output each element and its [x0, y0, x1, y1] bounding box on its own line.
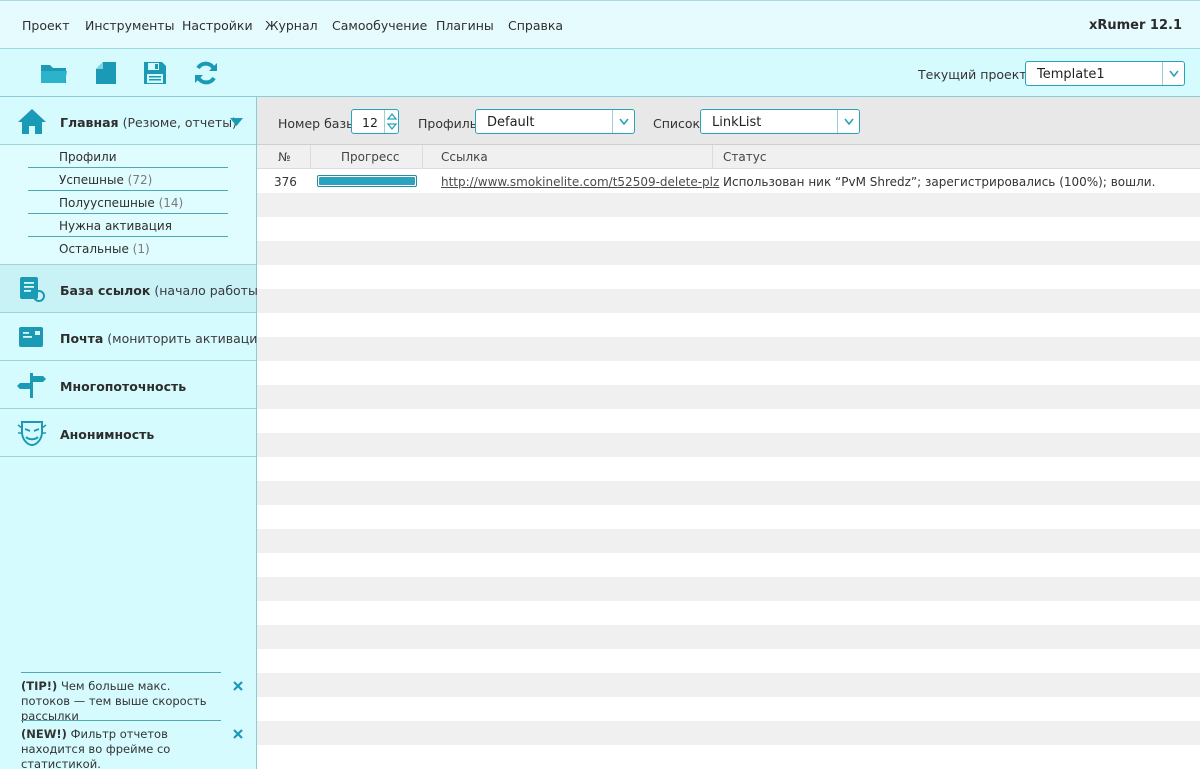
empty-row — [257, 577, 1200, 601]
chevron-down-icon[interactable] — [837, 110, 859, 133]
menubar: Проект Инструменты Настройки Журнал Само… — [0, 0, 1200, 49]
sub-item-successful[interactable]: Успешные (72) — [28, 168, 228, 191]
table-header: № Прогресс Ссылка Статус — [257, 145, 1200, 169]
open-folder-icon[interactable] — [40, 59, 68, 87]
refresh-icon[interactable] — [192, 59, 220, 87]
menu-journal[interactable]: Журнал — [265, 18, 318, 33]
empty-row — [257, 385, 1200, 409]
link-list-icon — [20, 277, 45, 302]
sub-item-others[interactable]: Остальные (1) — [28, 237, 228, 260]
menu-help[interactable]: Справка — [508, 18, 563, 33]
content-area: Номер базы 12 Профиль Default Список Lin… — [257, 97, 1200, 769]
empty-row — [257, 505, 1200, 529]
close-new-icon[interactable] — [232, 728, 244, 740]
empty-row — [257, 601, 1200, 625]
table-row[interactable]: 376 http://www.smokinelite.com/t52509-de… — [257, 169, 1200, 193]
empty-row — [257, 697, 1200, 721]
chevron-down-icon[interactable] — [612, 110, 634, 133]
row-number: 376 — [274, 175, 297, 189]
profile-select[interactable]: Default — [475, 109, 635, 134]
menu-tools[interactable]: Инструменты — [85, 18, 174, 33]
empty-row — [257, 529, 1200, 553]
nav-mail[interactable]: Почта (мониторить активации) — [0, 313, 270, 361]
chevron-down-icon[interactable] — [1162, 62, 1184, 85]
empty-row — [257, 265, 1200, 289]
list-label: Список — [653, 116, 701, 131]
nav-multithreading-label: Многопоточность — [60, 379, 187, 394]
list-select[interactable]: LinkList — [700, 109, 860, 134]
sub-item-profiles[interactable]: Профили — [28, 145, 228, 168]
empty-row — [257, 433, 1200, 457]
column-progress[interactable]: Прогресс — [311, 145, 423, 169]
empty-row — [257, 409, 1200, 433]
caret-down-icon[interactable] — [230, 118, 243, 126]
stepper-buttons[interactable] — [384, 110, 398, 133]
toolbar: Текущий проект Template1 — [0, 49, 1200, 97]
filter-bar: Номер базы 12 Профиль Default Список Lin… — [257, 97, 1200, 145]
base-number-label: Номер базы — [278, 116, 356, 131]
app-version: xRumer 12.1 — [1088, 18, 1182, 33]
project-select-value: Template1 — [1037, 67, 1105, 82]
empty-row — [257, 649, 1200, 673]
profile-select-value: Default — [487, 115, 535, 130]
list-select-value: LinkList — [712, 115, 762, 130]
nav-multithreading[interactable]: Многопоточность — [0, 361, 256, 409]
menu-plugins[interactable]: Плагины — [436, 18, 494, 33]
nav-anonymity[interactable]: Анонимность — [0, 409, 256, 457]
empty-row — [257, 481, 1200, 505]
nav-anonymity-label: Анонимность — [60, 427, 155, 442]
mask-icon — [17, 421, 47, 447]
main-sub-list: Профили Успешные (72) Полууспешные (14) … — [0, 145, 256, 265]
column-number[interactable]: № — [257, 145, 311, 169]
new-file-icon[interactable] — [92, 59, 120, 87]
project-select[interactable]: Template1 — [1025, 61, 1185, 86]
nav-main-label: Главная (Резюме, отчеты) — [60, 115, 237, 130]
menu-settings[interactable]: Настройки — [182, 18, 253, 33]
current-project-label: Текущий проект — [918, 67, 1027, 82]
home-icon — [18, 109, 46, 134]
profile-label: Профиль — [418, 116, 478, 131]
empty-row — [257, 313, 1200, 337]
row-link[interactable]: http://www.smokinelite.com/t52509-delete… — [441, 175, 719, 189]
nav-link-base[interactable]: База ссылок (начало работы) — [0, 265, 263, 313]
signpost-icon — [17, 373, 46, 398]
empty-row — [257, 217, 1200, 241]
empty-row — [257, 745, 1200, 769]
empty-row — [257, 241, 1200, 265]
empty-row — [257, 721, 1200, 745]
sub-item-needs-activation[interactable]: Нужна активация — [28, 214, 228, 237]
base-number-stepper[interactable]: 12 — [351, 109, 399, 134]
mail-icon — [19, 327, 43, 347]
nav-main[interactable]: Главная (Резюме, отчеты) — [0, 97, 256, 145]
progress-fill — [319, 177, 415, 185]
close-tip-icon[interactable] — [232, 680, 244, 692]
row-progress-bar — [317, 175, 417, 187]
sidebar: Главная (Резюме, отчеты) Профили Успешны… — [0, 97, 270, 769]
menu-selflearning[interactable]: Самообучение — [332, 18, 427, 33]
menu-project[interactable]: Проект — [22, 18, 70, 33]
empty-row — [257, 625, 1200, 649]
column-status[interactable]: Статус — [713, 145, 1200, 169]
empty-row — [257, 553, 1200, 577]
table-body: 376 http://www.smokinelite.com/t52509-de… — [257, 169, 1200, 769]
base-number-value: 12 — [362, 115, 378, 130]
empty-row — [257, 289, 1200, 313]
nav-link-base-label: База ссылок (начало работы) — [60, 283, 263, 298]
empty-row — [257, 193, 1200, 217]
save-icon[interactable] — [141, 59, 169, 87]
empty-row — [257, 361, 1200, 385]
row-status: Использован ник “PvM Shredz”; зарегистри… — [723, 175, 1156, 189]
sub-item-semi-successful[interactable]: Полууспешные (14) — [28, 191, 228, 214]
empty-row — [257, 457, 1200, 481]
tip-report-filter: (NEW!) Фильтр отчетов находится во фрейм… — [21, 720, 221, 769]
column-link[interactable]: Ссылка — [423, 145, 713, 169]
nav-mail-label: Почта (мониторить активации) — [60, 331, 271, 346]
empty-row — [257, 337, 1200, 361]
empty-row — [257, 673, 1200, 697]
tip-threads: (TIP!) Чем больше макс. потоков — тем вы… — [21, 672, 221, 724]
